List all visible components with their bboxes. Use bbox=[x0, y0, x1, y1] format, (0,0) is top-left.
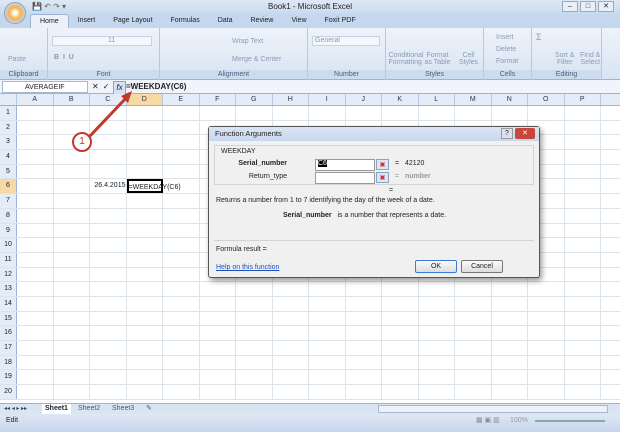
function-result-eq: = bbox=[389, 187, 394, 194]
horizontal-scrollbar[interactable] bbox=[378, 405, 608, 413]
sheet-nav-arrows[interactable]: ◂◂ ◂ ▸ ▸▸ bbox=[4, 404, 27, 414]
insert-sheet-icon[interactable]: ✎ bbox=[146, 404, 152, 414]
ok-button[interactable]: OK bbox=[415, 260, 457, 273]
sheet-tab-2[interactable]: Sheet2 bbox=[78, 404, 100, 414]
cell-D6[interactable]: =WEEKDAY(C6) bbox=[126, 179, 181, 194]
arg-label: Serial_number bbox=[238, 160, 287, 167]
dialog-title: Function Arguments bbox=[209, 127, 539, 141]
sheet-tab-bar: ◂◂ ◂ ▸ ▸▸ Sheet1 Sheet2 Sheet3 ✎ bbox=[0, 403, 620, 414]
arg-label: Return_type bbox=[248, 173, 287, 180]
serial-number-input[interactable]: C6 bbox=[315, 159, 375, 171]
status-mode: Edit bbox=[6, 417, 19, 424]
dialog-close-button[interactable]: ✕ bbox=[515, 128, 535, 139]
collapse-dialog-icon[interactable]: ▣ bbox=[376, 172, 389, 183]
formula-result: Formula result = bbox=[216, 246, 267, 253]
sheet-tab-1[interactable]: Sheet1 bbox=[42, 404, 71, 414]
sheet-tab-3[interactable]: Sheet3 bbox=[112, 404, 134, 414]
zoom-level: 100% bbox=[510, 417, 528, 424]
help-button[interactable]: ? bbox=[501, 128, 513, 139]
function-description: Returns a number from 1 to 7 identifying… bbox=[216, 197, 435, 204]
help-link[interactable]: Help on this function bbox=[216, 264, 279, 271]
arg-result: = number bbox=[395, 173, 431, 180]
arg-result: = 42120 bbox=[395, 160, 425, 167]
arguments-fieldset: WEEKDAY Serial_number C6 ▣ = 42120 Retur… bbox=[214, 145, 534, 185]
view-buttons[interactable]: ▦ ▣ ▥ bbox=[476, 414, 500, 428]
collapse-dialog-icon[interactable]: ▣ bbox=[376, 159, 389, 170]
arg-help-name: Serial_number bbox=[283, 212, 332, 219]
cancel-button[interactable]: Cancel bbox=[461, 260, 503, 273]
function-name: WEEKDAY bbox=[221, 148, 256, 155]
arg-value: C6 bbox=[318, 160, 327, 167]
office-button[interactable] bbox=[4, 2, 26, 24]
return-type-input[interactable] bbox=[315, 172, 375, 184]
function-arguments-dialog: Function Arguments ? ✕ WEEKDAY Serial_nu… bbox=[208, 126, 540, 278]
arg-help-text: is a number that represents a date. bbox=[337, 212, 447, 219]
status-bar: Edit ▦ ▣ ▥ 100% bbox=[0, 414, 620, 432]
zoom-slider[interactable] bbox=[535, 420, 605, 422]
